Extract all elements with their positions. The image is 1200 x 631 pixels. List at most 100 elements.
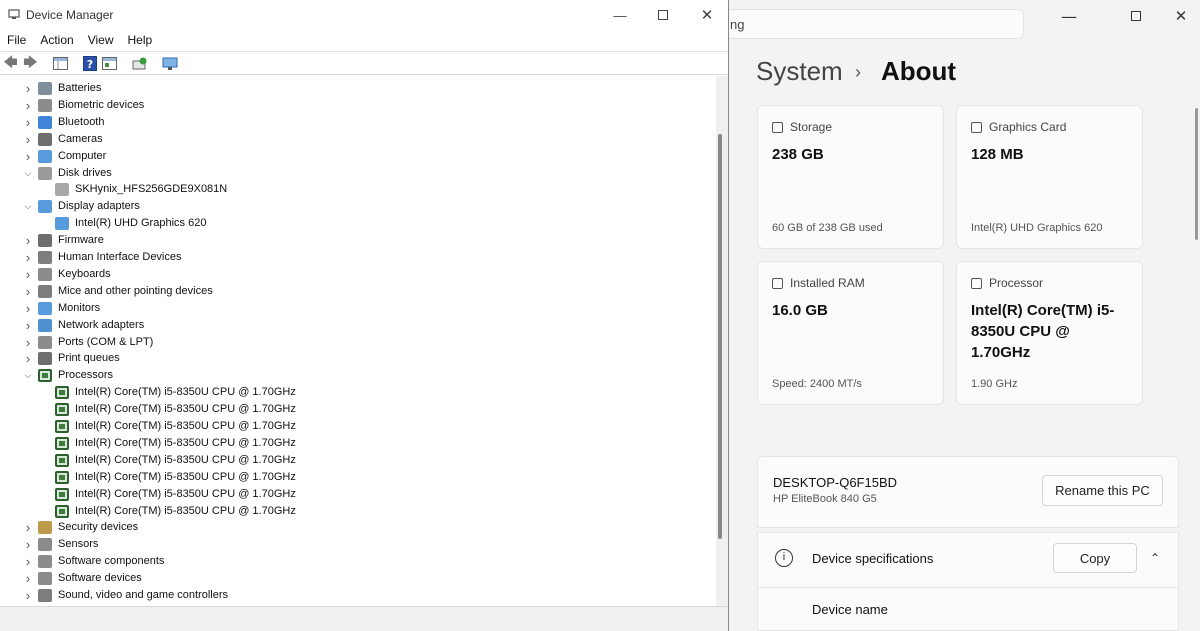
tree-category-item[interactable]: › Bluetooth [21,114,105,131]
software-device-icon [38,572,52,586]
tree-category-item[interactable]: › Biometric devices [21,97,144,114]
tree-category-item[interactable]: › Human Interface Devices [21,249,182,266]
back-icon[interactable]: 🡄 [2,54,19,72]
device-tree-scrollbar[interactable] [716,76,728,606]
tree-item-label: Software devices [58,572,142,585]
chevron-right-icon[interactable]: › [21,284,35,299]
close-button[interactable]: ✕ [1158,6,1200,26]
tree-child-item[interactable]: Intel(R) Core(TM) i5-8350U CPU @ 1.70GHz [40,452,296,469]
chevron-right-icon[interactable]: › [21,233,35,248]
card-value: 238 GB [772,146,824,163]
chevron-right-icon[interactable]: › [21,588,35,603]
tree-child-item[interactable]: Intel(R) UHD Graphics 620 [40,215,206,232]
tree-item-label: Print queues [58,352,120,365]
scan-hardware-icon[interactable] [131,55,148,72]
breadcrumb-system[interactable]: System [756,56,843,87]
card-subtext: Speed: 2400 MT/s [772,378,862,390]
tree-category-item[interactable]: › Monitors [21,300,100,317]
chevron-right-icon[interactable]: › [21,149,35,164]
maximize-button[interactable] [1113,6,1159,26]
settings-search-input[interactable]: ng [700,9,1024,39]
chevron-down-icon[interactable]: ⌵ [21,370,35,381]
chevron-right-icon[interactable]: › [21,98,35,113]
tree-child-item[interactable]: Intel(R) Core(TM) i5-8350U CPU @ 1.70GHz [40,384,296,401]
dm-minimize-button[interactable]: — [597,5,643,25]
tree-category-item[interactable]: › Sensors [21,536,99,553]
chevron-right-icon[interactable]: › [21,115,35,130]
tree-category-item[interactable]: › Mice and other pointing devices [21,283,213,300]
chevron-down-icon[interactable]: ⌵ [21,168,35,179]
port-icon [38,335,52,349]
chevron-right-icon[interactable]: › [21,81,35,96]
settings-scrollbar[interactable] [1195,108,1198,240]
chevron-right-icon[interactable]: › [21,351,35,366]
chevron-right-icon[interactable]: › [21,537,35,552]
tree-item-label: Intel(R) Core(TM) i5-8350U CPU @ 1.70GHz [75,420,296,432]
tree-category-item[interactable]: › Software components [21,553,165,570]
menu-file[interactable]: File [0,31,33,50]
processor-card: Processor Intel(R) Core(TM) i5-8350U CPU… [956,261,1143,405]
divider [758,587,1178,588]
tree-item-label: Batteries [58,82,102,94]
tree-category-item[interactable]: › Software devices [21,570,142,587]
tree-item-label: Intel(R) Core(TM) i5-8350U CPU @ 1.70GHz [75,436,296,449]
tree-category-item[interactable]: › Keyboards [21,266,111,283]
chevron-right-icon[interactable]: › [21,267,35,282]
tree-category-item[interactable]: › Ports (COM & LPT) [21,334,154,351]
chevron-right-icon[interactable]: › [21,318,35,333]
tree-child-item[interactable]: Intel(R) Core(TM) i5-8350U CPU @ 1.70GHz [40,401,296,418]
tree-category-item[interactable]: › Cameras [21,131,103,148]
menu-help[interactable]: Help [121,31,160,50]
chevron-right-icon[interactable]: › [21,335,35,350]
chevron-right-icon[interactable]: › [21,520,35,535]
forward-icon[interactable]: 🡆 [22,54,39,72]
tree-item-label: Network adapters [58,318,145,331]
tree-child-item[interactable]: SKHynix_HFS256GDE9X081N [40,181,227,198]
chevron-up-icon[interactable]: ⌃ [1150,551,1160,565]
tree-child-item[interactable]: Intel(R) Core(TM) i5-8350U CPU @ 1.70GHz [40,435,296,452]
tree-item-label: Ports (COM & LPT) [58,335,154,348]
chevron-right-icon[interactable]: › [21,132,35,147]
chevron-right-icon[interactable]: › [21,554,35,569]
svg-text:?: ? [86,58,92,71]
tree-category-item[interactable]: ⌵ Display adapters [21,198,140,215]
tree-item-label: Human Interface Devices [58,251,182,263]
tree-category-item[interactable]: › Firmware [21,232,104,249]
scrollbar-thumb[interactable] [718,134,722,539]
tree-item-label: Sound, video and game controllers [58,589,228,601]
dm-maximize-button[interactable] [640,5,686,25]
menu-bar: File Action View Help [0,31,159,50]
tree-child-item[interactable]: Intel(R) Core(TM) i5-8350U CPU @ 1.70GHz [40,503,296,520]
menu-view[interactable]: View [81,31,121,50]
tree-category-item[interactable]: › Security devices [21,519,138,536]
menu-action[interactable]: Action [33,31,80,50]
minimize-button[interactable]: — [1046,6,1092,26]
copy-button[interactable]: Copy [1053,543,1137,573]
chevron-right-icon[interactable]: › [21,301,35,316]
chevron-right-icon[interactable]: › [21,250,35,265]
dm-close-button[interactable]: ✕ [684,5,730,25]
computer-icon [38,149,52,163]
show-hide-tree-icon[interactable] [52,55,69,72]
card-subtext: 1.90 GHz [971,378,1018,390]
tree-child-item[interactable]: Intel(R) Core(TM) i5-8350U CPU @ 1.70GHz [40,486,296,503]
tree-child-item[interactable]: Intel(R) Core(TM) i5-8350U CPU @ 1.70GHz [40,418,296,435]
help-icon[interactable]: ? [81,55,98,72]
monitor-icon[interactable] [161,55,178,72]
device-manager-icon [8,9,20,19]
chevron-right-icon[interactable]: › [21,571,35,586]
tree-category-item[interactable]: ⌵ Disk drives [21,165,112,182]
tree-category-item[interactable]: › Sound, video and game controllers [21,587,228,604]
tree-category-item[interactable]: › Network adapters [21,317,144,334]
tree-child-item[interactable]: Intel(R) Core(TM) i5-8350U CPU @ 1.70GHz [40,469,296,486]
tree-category-item[interactable]: › Computer [21,148,106,165]
rename-pc-button[interactable]: Rename this PC [1042,475,1163,506]
chevron-down-icon[interactable]: ⌵ [21,201,35,212]
close-icon: ✕ [700,7,714,24]
network-icon [38,318,52,332]
tree-category-item[interactable]: › Print queues [21,350,120,367]
tree-item-label: Mice and other pointing devices [58,284,213,297]
properties-icon[interactable] [101,55,118,72]
tree-category-item[interactable]: › Batteries [21,80,102,97]
tree-category-item[interactable]: ⌵ Processors [21,367,113,384]
